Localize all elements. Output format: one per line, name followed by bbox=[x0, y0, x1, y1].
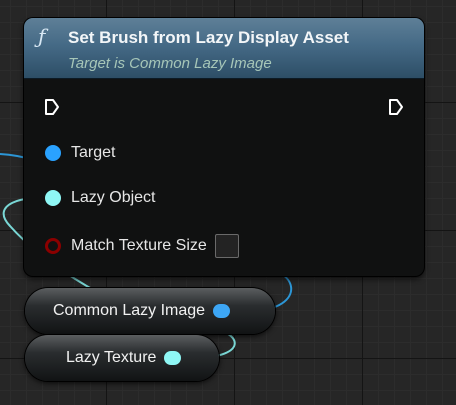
match-texture-size-pin-row: Match Texture Size bbox=[45, 234, 239, 258]
target-pin-label: Target bbox=[71, 144, 116, 161]
lazy-object-pin-row: Lazy Object bbox=[45, 189, 155, 207]
node-title: Set Brush from Lazy Display Asset bbox=[68, 28, 349, 47]
lazy-texture-variable-node[interactable]: Lazy Texture bbox=[25, 335, 219, 381]
match-texture-size-label: Match Texture Size bbox=[71, 237, 207, 254]
lazy-object-pin[interactable] bbox=[45, 190, 61, 206]
match-texture-size-checkbox[interactable] bbox=[214, 234, 239, 258]
lazy-object-pin-label: Lazy Object bbox=[71, 189, 156, 206]
common-lazy-image-output-pin[interactable] bbox=[213, 304, 231, 318]
variable-label: Lazy Texture bbox=[66, 349, 157, 366]
match-texture-size-pin[interactable] bbox=[45, 238, 61, 254]
set-brush-node[interactable]: ƒ Set Brush from Lazy Display Asset Targ… bbox=[24, 18, 424, 276]
target-pin-row: Target bbox=[45, 144, 115, 162]
node-subtitle: Target is Common Lazy Image bbox=[68, 55, 272, 72]
exec-out-pin-icon[interactable] bbox=[388, 98, 404, 116]
node-header[interactable]: ƒ Set Brush from Lazy Display Asset Targ… bbox=[24, 18, 424, 79]
lazy-texture-output-pin[interactable] bbox=[164, 351, 182, 365]
function-icon: ƒ bbox=[38, 24, 46, 48]
target-pin[interactable] bbox=[45, 145, 61, 161]
common-lazy-image-variable-node[interactable]: Common Lazy Image bbox=[25, 288, 275, 334]
variable-label: Common Lazy Image bbox=[53, 302, 206, 319]
exec-in-pin-icon[interactable] bbox=[44, 98, 60, 116]
